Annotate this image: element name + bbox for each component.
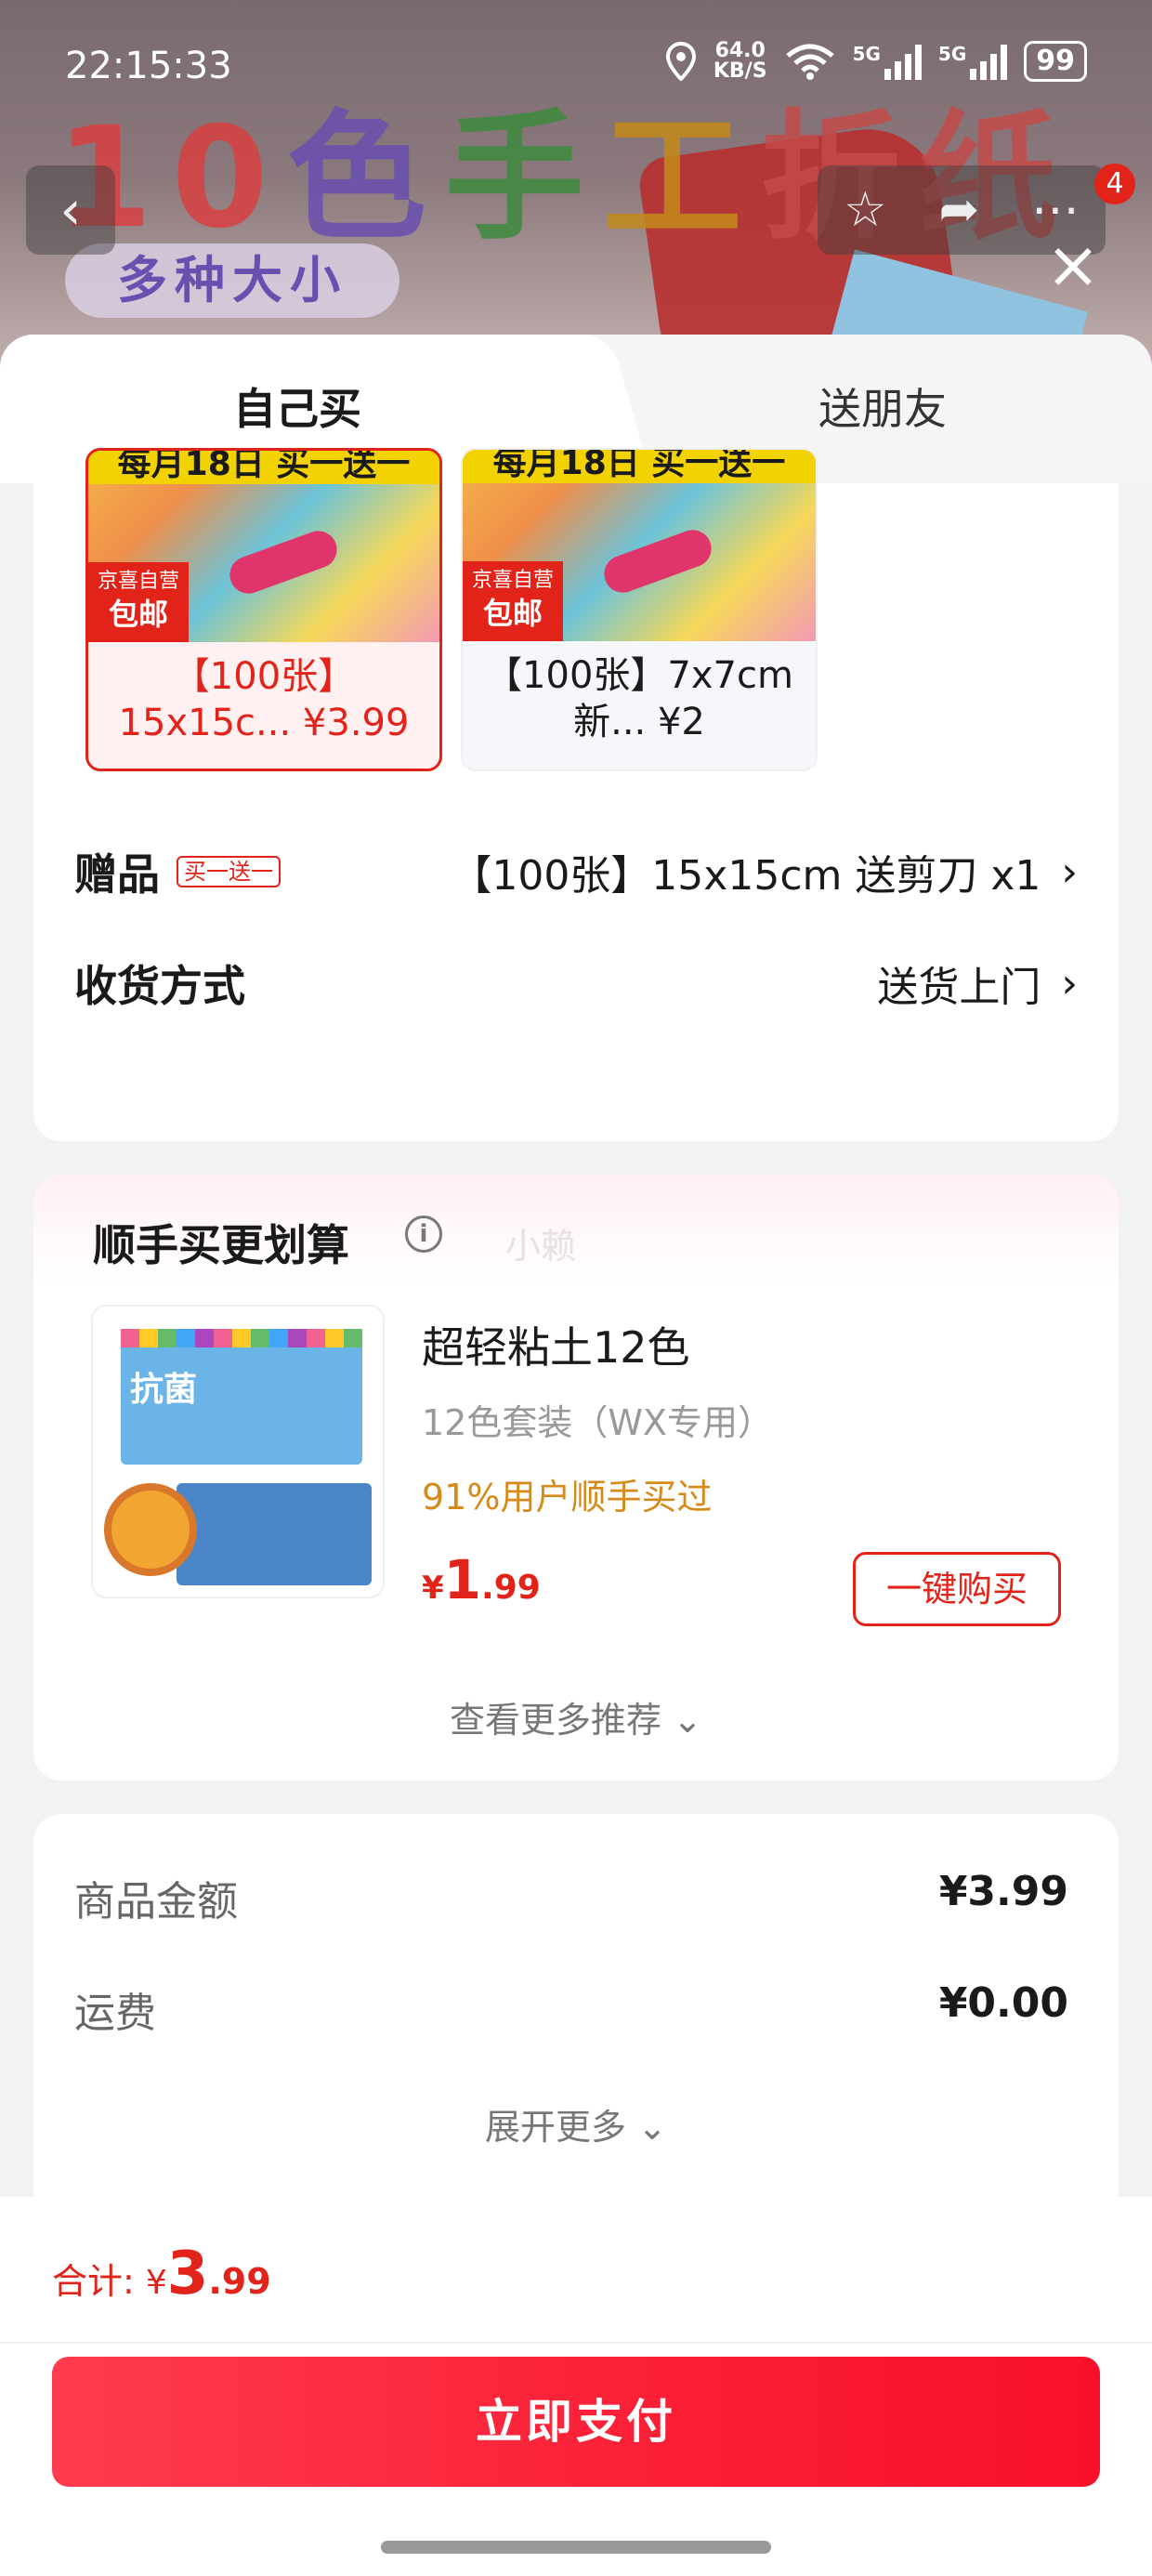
shipping-row: 运费 ¥0.00: [74, 1979, 1068, 2037]
checkout-bar: 合计: ¥3.99 立即支付: [0, 2197, 1152, 2576]
chevron-right-icon: ›: [1061, 959, 1078, 1007]
sku-option-100-7cm[interactable]: 每月18日 买一送一 京喜自营 包邮 【100张】7x7cm 新... ¥2: [461, 448, 818, 771]
signal-2-icon: 5G: [938, 43, 1008, 80]
sku-label: 【100张】7x7cm 新... ¥2: [485, 654, 793, 743]
recommend-spec: 12色套装（WX专用）: [422, 1402, 773, 1443]
shipping-amount: ¥0.00: [938, 1979, 1068, 2027]
recommend-price: ¥1.99: [422, 1548, 541, 1611]
goods-amount-row: 商品金额 ¥3.99: [74, 1868, 1068, 1925]
notification-badge: 4: [1094, 164, 1135, 204]
gift-value: 【100张】15x15cm 送剪刀 x1: [451, 852, 1041, 900]
total-price: 合计: ¥3.99: [52, 2240, 271, 2308]
recommend-title: 顺手买更划算: [93, 1220, 349, 1270]
close-icon[interactable]: ×: [1041, 232, 1106, 297]
jd-self-tag: 京喜自营 包邮: [88, 562, 189, 642]
recommend-card: 顺手买更划算 i 小赖 抗菌 超轻粘土12色 12色套装（WX专用） 91%用户…: [33, 1175, 1119, 1781]
chevron-right-icon: ›: [1061, 848, 1078, 896]
home-indicator[interactable]: [381, 2541, 771, 2554]
sku-image: 每月18日 买一送一 京喜自营 包邮: [463, 450, 816, 641]
battery-indicator: 99: [1024, 41, 1087, 82]
location-icon: [665, 42, 696, 81]
chevron-left-icon: ‹: [59, 178, 82, 242]
status-bar: 22:15:33 64.0 KB/S 5G 5G 99: [0, 37, 1152, 102]
signal-1-icon: 5G: [853, 43, 922, 80]
wifi-icon: [785, 44, 834, 80]
share-icon[interactable]: ➦: [939, 182, 980, 238]
pay-now-button[interactable]: 立即支付: [52, 2357, 1100, 2487]
gift-title: 赠品: [74, 849, 160, 900]
sku-label: 【100张】 15x15c... ¥3.99: [118, 655, 410, 744]
divider: [0, 2342, 1152, 2344]
clay-product-image[interactable]: 抗菌: [91, 1305, 385, 1598]
status-time: 22:15:33: [65, 45, 232, 87]
recommend-product-name[interactable]: 超轻粘土12色: [422, 1314, 690, 1375]
gift-tag: 买一送一: [177, 856, 281, 887]
recommend-faint-label: 小赖: [505, 1226, 577, 1267]
delivery-title: 收货方式: [74, 961, 245, 1011]
star-icon[interactable]: ☆: [844, 182, 887, 238]
gift-row[interactable]: 赠品 买一送一 【100张】15x15cm 送剪刀 x1 ›: [74, 835, 1078, 909]
jd-self-tag: 京喜自营 包邮: [463, 561, 563, 641]
banner-subtitle: 多种大小: [65, 243, 399, 318]
sku-image: 每月18日 买一送一 京喜自营 包邮: [88, 451, 439, 642]
recommend-stat: 91%用户顺手买过: [422, 1477, 713, 1518]
info-icon[interactable]: i: [405, 1216, 442, 1253]
more-recommend-link[interactable]: 查看更多推荐 ⌄: [33, 1691, 1119, 1742]
chevron-down-icon: ⌄: [637, 2107, 667, 2148]
price-summary-card: 商品金额 ¥3.99 运费 ¥0.00 展开更多 ⌄: [33, 1814, 1119, 2241]
sku-option-100-15cm[interactable]: 每月18日 买一送一 京喜自营 包邮 【100张】 15x15c... ¥3.99: [85, 448, 442, 771]
goods-amount: ¥3.99: [938, 1868, 1068, 1915]
expand-more-link[interactable]: 展开更多 ⌄: [33, 2098, 1119, 2149]
delivery-row[interactable]: 收货方式 送货上门 ›: [74, 946, 1078, 1020]
one-click-buy-button[interactable]: 一键购买: [853, 1552, 1061, 1626]
delivery-value: 送货上门: [877, 964, 1041, 1011]
network-speed: 64.0 KB/S: [713, 39, 767, 83]
order-options-card: 每月18日 买一送一 京喜自营 包邮 【100张】 15x15c... ¥3.99…: [33, 448, 1119, 1141]
chevron-down-icon: ⌄: [673, 1700, 702, 1741]
back-button[interactable]: ‹: [26, 165, 115, 255]
